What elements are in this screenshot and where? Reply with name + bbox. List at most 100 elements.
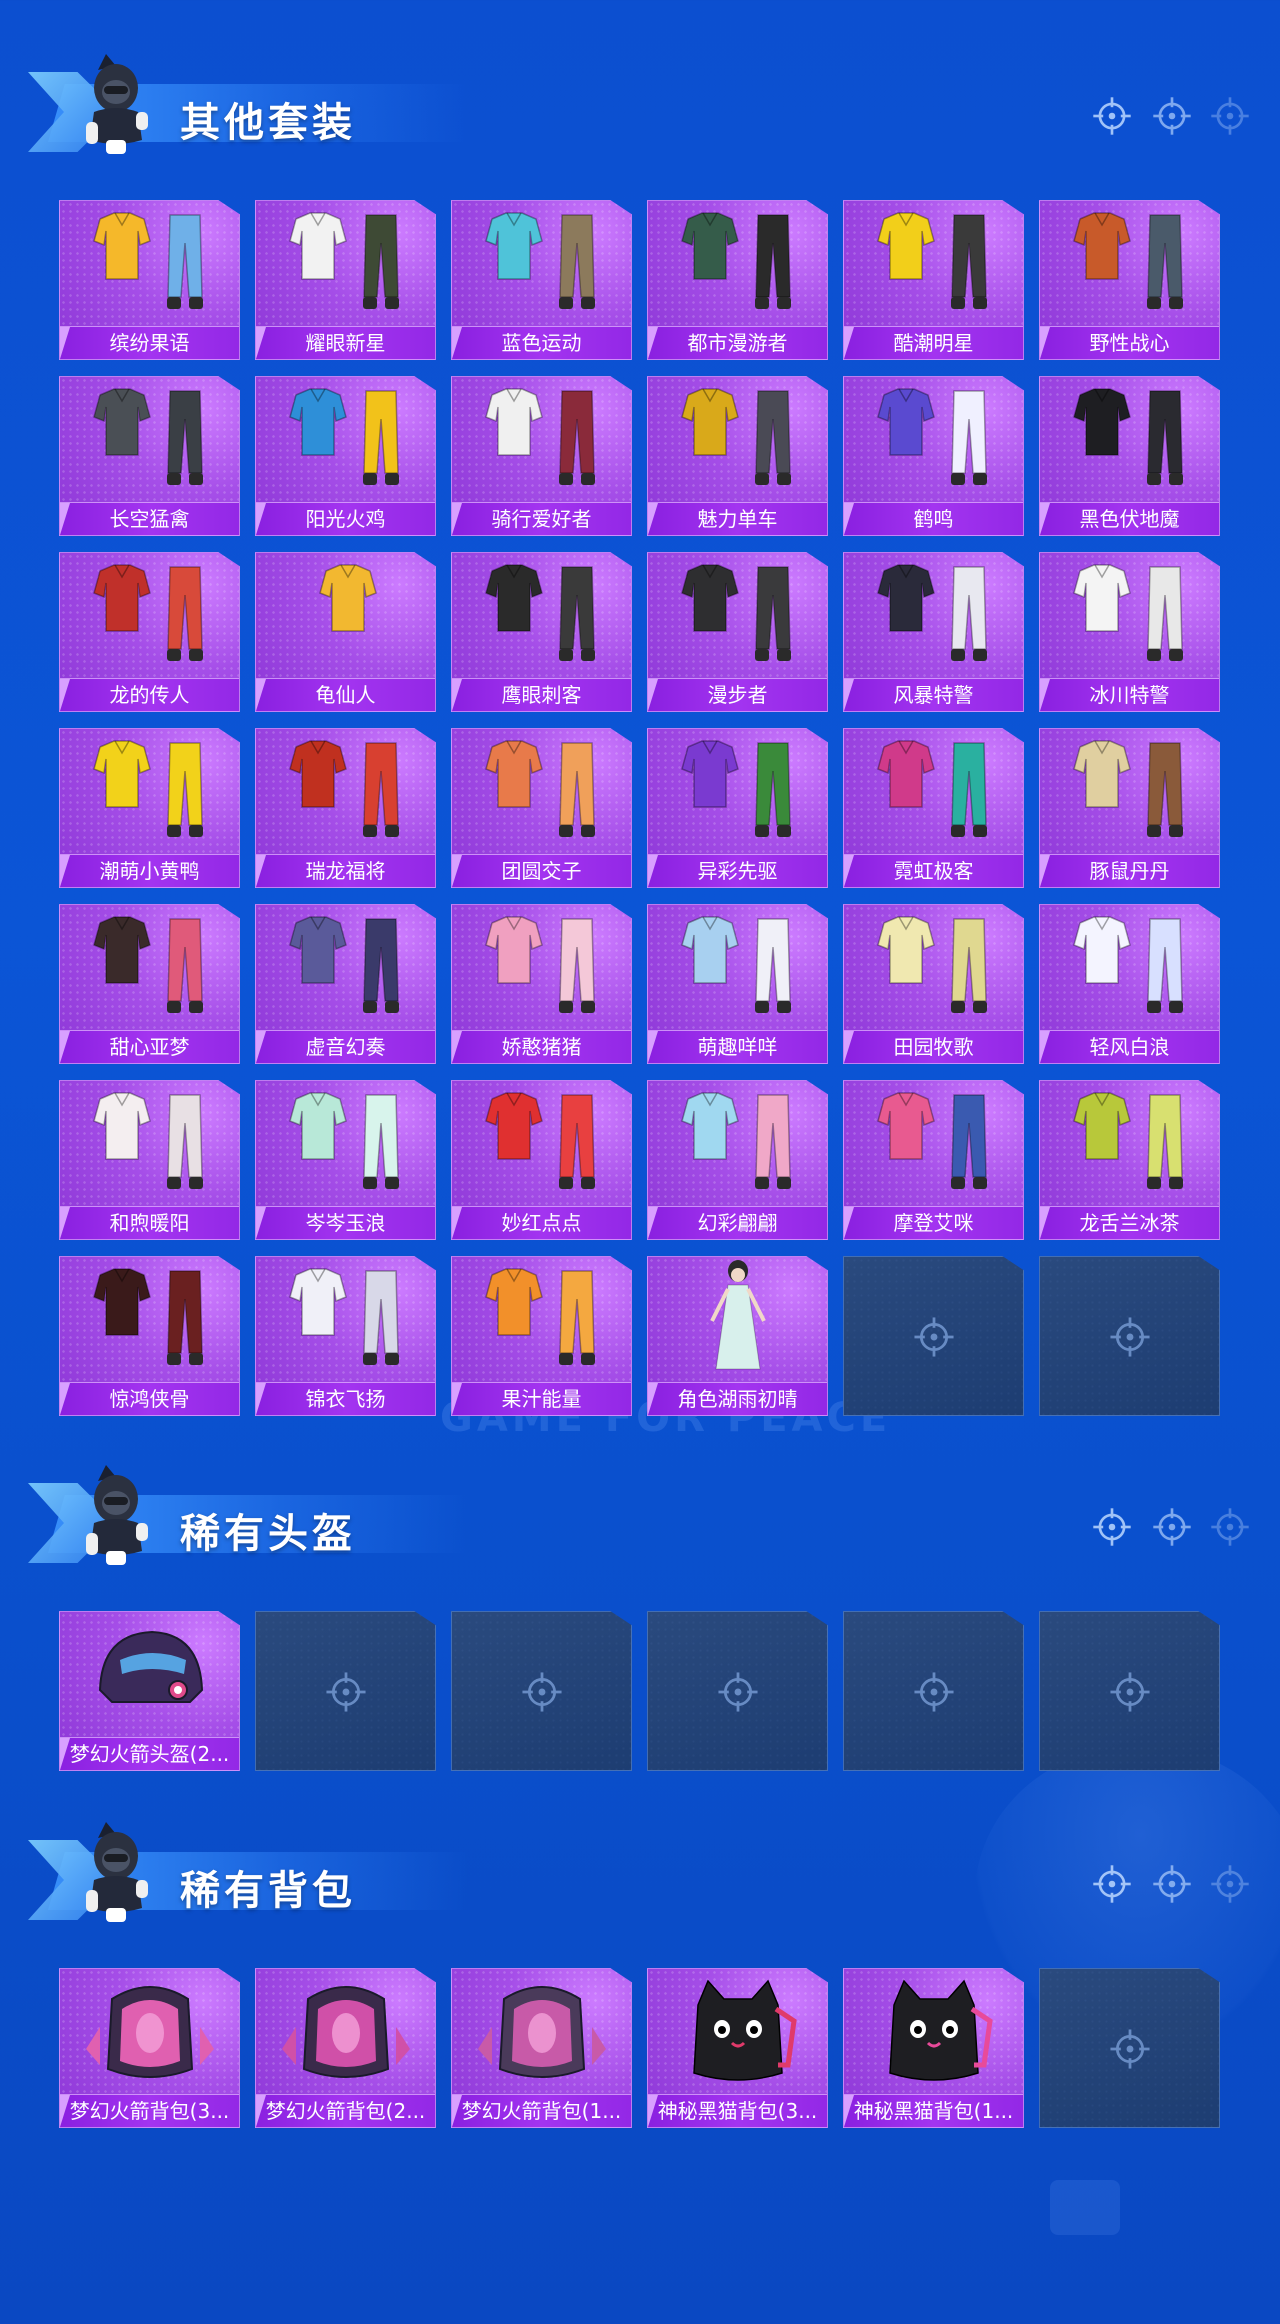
item-card-outfit[interactable]: 漫步者 bbox=[647, 552, 828, 712]
item-card-outfit[interactable]: 蓝色运动 bbox=[451, 200, 632, 360]
item-name: 魅力单车 bbox=[697, 507, 778, 531]
crosshair-decoration bbox=[1090, 1862, 1250, 1912]
item-card-outfit[interactable]: 长空猛禽 bbox=[59, 376, 240, 536]
empty-slot bbox=[451, 1611, 632, 1771]
empty-slot bbox=[843, 1611, 1024, 1771]
item-card-outfit[interactable]: 鹤鸣 bbox=[843, 376, 1024, 536]
section-header: 稀有背包 bbox=[28, 1820, 468, 1930]
item-name: 锦衣飞扬 bbox=[305, 1387, 386, 1411]
item-card-outfit[interactable]: 缤纷果语 bbox=[59, 200, 240, 360]
item-card-outfit[interactable]: 龟仙人 bbox=[255, 552, 436, 712]
item-name: 异彩先驱 bbox=[697, 859, 778, 883]
item-card-outfit[interactable]: 龙的传人 bbox=[59, 552, 240, 712]
item-name: 梦幻火箭头盔(2... bbox=[69, 1742, 230, 1766]
item-card-catpack[interactable]: 神秘黑猫背包(1... bbox=[843, 1968, 1024, 2128]
section-other-outfits: 其他套装 缤纷果语 耀眼新星 蓝色运动 都市漫游者 酷潮明星 野性战心 长空猛禽… bbox=[0, 52, 1280, 1432]
item-card-outfit[interactable]: 豚鼠丹丹 bbox=[1039, 728, 1220, 888]
item-name: 漫步者 bbox=[707, 683, 768, 707]
item-name: 长空猛禽 bbox=[109, 507, 190, 531]
item-card-outfit[interactable]: 娇憨猪猪 bbox=[451, 904, 632, 1064]
item-card-outfit[interactable]: 风暴特警 bbox=[843, 552, 1024, 712]
item-card-outfit[interactable]: 鹰眼刺客 bbox=[451, 552, 632, 712]
item-card-backpack[interactable]: 梦幻火箭背包(1... bbox=[451, 1968, 632, 2128]
item-name: 鹰眼刺客 bbox=[501, 683, 582, 707]
item-card-outfit[interactable]: 萌趣咩咩 bbox=[647, 904, 828, 1064]
item-card-outfit[interactable]: 异彩先驱 bbox=[647, 728, 828, 888]
item-name: 都市漫游者 bbox=[687, 331, 788, 355]
item-name: 梦幻火箭背包(1... bbox=[461, 2099, 622, 2123]
item-card-outfit[interactable]: 甜心亚梦 bbox=[59, 904, 240, 1064]
item-name: 田园牧歌 bbox=[893, 1035, 974, 1059]
item-card-outfit[interactable]: 果汁能量 bbox=[451, 1256, 632, 1416]
empty-slot bbox=[647, 1611, 828, 1771]
mascot-icon bbox=[76, 1820, 156, 1928]
item-card-outfit[interactable]: 都市漫游者 bbox=[647, 200, 828, 360]
item-name: 娇憨猪猪 bbox=[501, 1035, 582, 1059]
item-name: 风暴特警 bbox=[893, 683, 974, 707]
item-card-outfit[interactable]: 野性战心 bbox=[1039, 200, 1220, 360]
item-name: 龟仙人 bbox=[315, 683, 376, 707]
item-card-outfit[interactable]: 妙红点点 bbox=[451, 1080, 632, 1240]
empty-slot bbox=[843, 1256, 1024, 1416]
crosshair-decoration bbox=[1090, 1505, 1250, 1555]
item-card-catpack[interactable]: 神秘黑猫背包(3... bbox=[647, 1968, 828, 2128]
item-card-outfit[interactable]: 摩登艾咪 bbox=[843, 1080, 1024, 1240]
item-card-outfit[interactable]: 黑色伏地魔 bbox=[1039, 376, 1220, 536]
item-name: 惊鸿侠骨 bbox=[109, 1387, 190, 1411]
item-card-outfit[interactable]: 角色湖雨初晴 bbox=[647, 1256, 828, 1416]
item-name: 岑岑玉浪 bbox=[305, 1211, 386, 1235]
item-name: 虚音幻奏 bbox=[305, 1035, 386, 1059]
empty-slot bbox=[1039, 1968, 1220, 2128]
crosshair-decoration bbox=[1090, 94, 1250, 144]
item-card-outfit[interactable]: 潮萌小黄鸭 bbox=[59, 728, 240, 888]
item-name: 酷潮明星 bbox=[893, 331, 974, 355]
item-name: 龙的传人 bbox=[109, 683, 190, 707]
item-name: 瑞龙福将 bbox=[305, 859, 386, 883]
item-card-helmet[interactable]: 梦幻火箭头盔(2... bbox=[59, 1611, 240, 1771]
item-card-outfit[interactable]: 轻风白浪 bbox=[1039, 904, 1220, 1064]
item-card-outfit[interactable]: 田园牧歌 bbox=[843, 904, 1024, 1064]
item-card-outfit[interactable]: 骑行爱好者 bbox=[451, 376, 632, 536]
item-name: 神秘黑猫背包(1... bbox=[853, 2099, 1014, 2123]
item-name: 骑行爱好者 bbox=[491, 507, 592, 531]
section-title: 稀有头盔 bbox=[180, 1511, 356, 1557]
item-name: 潮萌小黄鸭 bbox=[99, 859, 200, 883]
item-card-outfit[interactable]: 幻彩翩翩 bbox=[647, 1080, 828, 1240]
item-name: 角色湖雨初晴 bbox=[677, 1387, 798, 1411]
item-name: 梦幻火箭背包(2... bbox=[265, 2099, 426, 2123]
item-name: 蓝色运动 bbox=[501, 331, 582, 355]
item-name: 鹤鸣 bbox=[913, 507, 954, 531]
item-card-backpack[interactable]: 梦幻火箭背包(2... bbox=[255, 1968, 436, 2128]
supply-crate-watermark-icon bbox=[1050, 2180, 1120, 2235]
item-card-outfit[interactable]: 龙舌兰冰茶 bbox=[1039, 1080, 1220, 1240]
item-card-outfit[interactable]: 惊鸿侠骨 bbox=[59, 1256, 240, 1416]
item-name: 阳光火鸡 bbox=[305, 507, 386, 531]
item-card-outfit[interactable]: 岑岑玉浪 bbox=[255, 1080, 436, 1240]
section-title: 稀有背包 bbox=[180, 1868, 356, 1914]
item-card-outfit[interactable]: 魅力单车 bbox=[647, 376, 828, 536]
section-rare-backpacks: 稀有背包 梦幻火箭背包(3... 梦幻火箭背包(2... 梦幻火箭背包(1...… bbox=[0, 1820, 1280, 2144]
item-card-outfit[interactable]: 霓虹极客 bbox=[843, 728, 1024, 888]
item-name: 耀眼新星 bbox=[305, 331, 386, 355]
item-name: 霓虹极客 bbox=[893, 859, 974, 883]
item-card-outfit[interactable]: 和煦暖阳 bbox=[59, 1080, 240, 1240]
item-card-outfit[interactable]: 阳光火鸡 bbox=[255, 376, 436, 536]
empty-slot bbox=[1039, 1256, 1220, 1416]
mascot-icon bbox=[76, 52, 156, 160]
item-card-outfit[interactable]: 锦衣飞扬 bbox=[255, 1256, 436, 1416]
section-header: 稀有头盔 bbox=[28, 1463, 468, 1573]
item-card-outfit[interactable]: 虚音幻奏 bbox=[255, 904, 436, 1064]
section-rare-helmets: 稀有头盔 梦幻火箭头盔(2... bbox=[0, 1463, 1280, 1787]
item-card-backpack[interactable]: 梦幻火箭背包(3... bbox=[59, 1968, 240, 2128]
item-card-outfit[interactable]: 酷潮明星 bbox=[843, 200, 1024, 360]
item-card-outfit[interactable]: 冰川特警 bbox=[1039, 552, 1220, 712]
empty-slot bbox=[255, 1611, 436, 1771]
item-name: 轻风白浪 bbox=[1089, 1035, 1170, 1059]
item-card-outfit[interactable]: 团圆交子 bbox=[451, 728, 632, 888]
item-name: 摩登艾咪 bbox=[893, 1211, 974, 1235]
section-title: 其他套装 bbox=[180, 100, 356, 146]
item-card-outfit[interactable]: 瑞龙福将 bbox=[255, 728, 436, 888]
item-card-outfit[interactable]: 耀眼新星 bbox=[255, 200, 436, 360]
item-name: 妙红点点 bbox=[501, 1211, 582, 1235]
item-name: 冰川特警 bbox=[1089, 683, 1170, 707]
